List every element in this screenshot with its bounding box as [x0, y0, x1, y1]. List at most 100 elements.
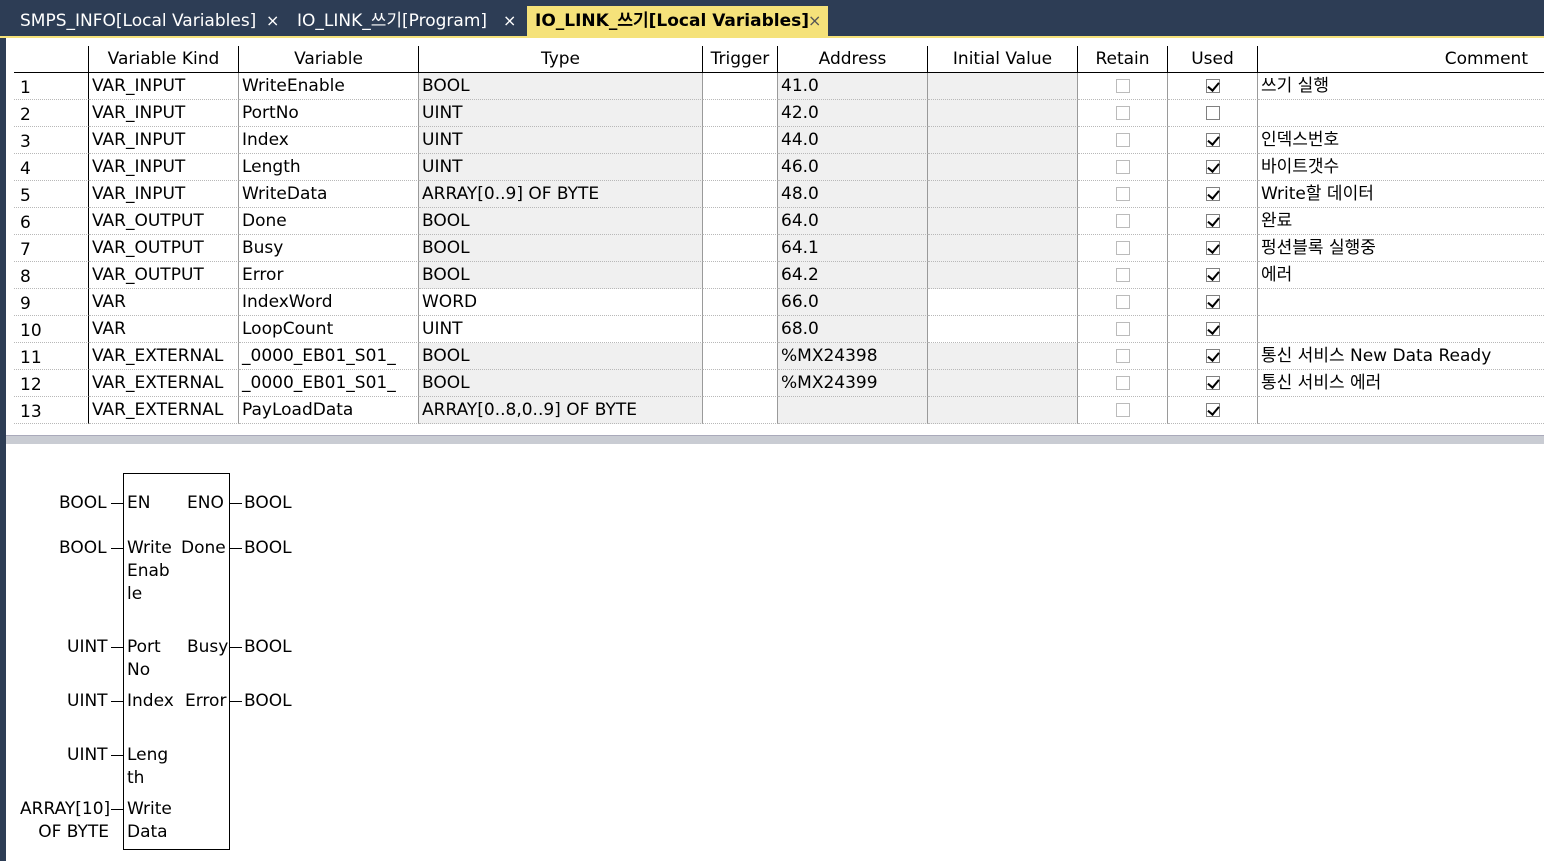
cell-address[interactable]: 42.0: [778, 100, 928, 127]
cell-type[interactable]: UINT: [419, 154, 703, 181]
header-used[interactable]: Used: [1168, 46, 1258, 73]
cell-comment[interactable]: 통신 서비스 에러: [1258, 370, 1544, 397]
cell-variable[interactable]: WriteEnable: [239, 73, 419, 100]
cell-type[interactable]: BOOL: [419, 343, 703, 370]
retain-checkbox[interactable]: [1115, 376, 1130, 390]
cell-variable-kind[interactable]: VAR_OUTPUT: [89, 262, 239, 289]
used-checkbox[interactable]: [1205, 160, 1220, 174]
cell-comment[interactable]: 에러: [1258, 262, 1544, 289]
cell-trigger[interactable]: [703, 289, 778, 316]
cell-type[interactable]: BOOL: [419, 235, 703, 262]
cell-used[interactable]: [1168, 208, 1258, 235]
close-icon[interactable]: ×: [808, 6, 821, 36]
cell-retain[interactable]: [1078, 289, 1168, 316]
table-row[interactable]: 1 VAR_INPUT WriteEnable BOOL 41.0 쓰기 실행: [14, 73, 1544, 100]
tab-smps-info-local-variables[interactable]: SMPS_INFO[Local Variables] ×: [20, 6, 290, 36]
cell-comment[interactable]: [1258, 316, 1544, 343]
cell-comment[interactable]: [1258, 397, 1544, 424]
row-number[interactable]: 11: [14, 343, 89, 370]
retain-checkbox[interactable]: [1115, 79, 1130, 93]
cell-initial-value[interactable]: [928, 208, 1078, 235]
cell-comment[interactable]: 펑션블록 실행중: [1258, 235, 1544, 262]
cell-address[interactable]: 64.2: [778, 262, 928, 289]
cell-used[interactable]: [1168, 154, 1258, 181]
cell-trigger[interactable]: [703, 73, 778, 100]
cell-comment[interactable]: [1258, 289, 1544, 316]
table-row[interactable]: 11 VAR_EXTERNAL _0000_EB01_S01_ BOOL %MX2439…: [14, 343, 1544, 370]
cell-initial-value[interactable]: [928, 316, 1078, 343]
cell-initial-value[interactable]: [928, 127, 1078, 154]
cell-comment[interactable]: 통신 서비스 New Data Ready: [1258, 343, 1544, 370]
cell-variable-kind[interactable]: VAR_EXTERNAL: [89, 343, 239, 370]
cell-initial-value[interactable]: [928, 181, 1078, 208]
cell-variable[interactable]: IndexWord: [239, 289, 419, 316]
row-number[interactable]: 10: [14, 316, 89, 343]
cell-used[interactable]: [1168, 343, 1258, 370]
retain-checkbox[interactable]: [1115, 214, 1130, 228]
cell-retain[interactable]: [1078, 208, 1168, 235]
used-checkbox[interactable]: [1205, 349, 1220, 363]
cell-type[interactable]: BOOL: [419, 208, 703, 235]
cell-trigger[interactable]: [703, 316, 778, 343]
table-row[interactable]: 3 VAR_INPUT Index UINT 44.0 인덱스번호: [14, 127, 1544, 154]
row-number[interactable]: 2: [14, 100, 89, 127]
used-checkbox[interactable]: [1205, 79, 1220, 93]
cell-initial-value[interactable]: [928, 154, 1078, 181]
cell-retain[interactable]: [1078, 262, 1168, 289]
cell-used[interactable]: [1168, 127, 1258, 154]
table-row[interactable]: 2 VAR_INPUT PortNo UINT 42.0: [14, 100, 1544, 127]
row-number[interactable]: 12: [14, 370, 89, 397]
cell-used[interactable]: [1168, 100, 1258, 127]
cell-address[interactable]: [778, 397, 928, 424]
cell-trigger[interactable]: [703, 343, 778, 370]
cell-comment[interactable]: 쓰기 실행: [1258, 73, 1544, 100]
row-number[interactable]: 3: [14, 127, 89, 154]
cell-initial-value[interactable]: [928, 235, 1078, 262]
cell-variable-kind[interactable]: VAR_INPUT: [89, 100, 239, 127]
header-variable[interactable]: Variable: [239, 46, 419, 73]
cell-initial-value[interactable]: [928, 100, 1078, 127]
header-initial-value[interactable]: Initial Value: [928, 46, 1078, 73]
cell-address[interactable]: 46.0: [778, 154, 928, 181]
cell-comment[interactable]: 완료: [1258, 208, 1544, 235]
cell-address[interactable]: 41.0: [778, 73, 928, 100]
cell-trigger[interactable]: [703, 181, 778, 208]
row-number[interactable]: 9: [14, 289, 89, 316]
cell-retain[interactable]: [1078, 370, 1168, 397]
cell-address[interactable]: 68.0: [778, 316, 928, 343]
row-number[interactable]: 4: [14, 154, 89, 181]
cell-initial-value[interactable]: [928, 289, 1078, 316]
tab-io-link-local-variables[interactable]: IO_LINK_쓰기[Local Variables] ×: [527, 6, 828, 36]
cell-address[interactable]: 64.0: [778, 208, 928, 235]
cell-retain[interactable]: [1078, 154, 1168, 181]
cell-trigger[interactable]: [703, 100, 778, 127]
cell-retain[interactable]: [1078, 343, 1168, 370]
cell-comment[interactable]: 인덱스번호: [1258, 127, 1544, 154]
retain-checkbox[interactable]: [1115, 349, 1130, 363]
used-checkbox[interactable]: [1205, 106, 1220, 120]
table-row[interactable]: 7 VAR_OUTPUT Busy BOOL 64.1 펑션블록 실행중: [14, 235, 1544, 262]
cell-variable-kind[interactable]: VAR_INPUT: [89, 181, 239, 208]
cell-variable-kind[interactable]: VAR_INPUT: [89, 127, 239, 154]
header-type[interactable]: Type: [419, 46, 703, 73]
table-row[interactable]: 12 VAR_EXTERNAL _0000_EB01_S01_ BOOL %MX2439…: [14, 370, 1544, 397]
table-row[interactable]: 6 VAR_OUTPUT Done BOOL 64.0 완료: [14, 208, 1544, 235]
used-checkbox[interactable]: [1205, 133, 1220, 147]
cell-type[interactable]: WORD: [419, 289, 703, 316]
cell-used[interactable]: [1168, 289, 1258, 316]
cell-type[interactable]: BOOL: [419, 73, 703, 100]
close-icon[interactable]: ×: [266, 6, 279, 36]
table-row[interactable]: 5 VAR_INPUT WriteData ARRAY[0..9] OF BYTE 48…: [14, 181, 1544, 208]
cell-retain[interactable]: [1078, 127, 1168, 154]
table-row[interactable]: 4 VAR_INPUT Length UINT 46.0 바이트갯수: [14, 154, 1544, 181]
used-checkbox[interactable]: [1205, 241, 1220, 255]
pane-splitter[interactable]: [6, 435, 1544, 444]
cell-variable-kind[interactable]: VAR_OUTPUT: [89, 235, 239, 262]
used-checkbox[interactable]: [1205, 187, 1220, 201]
used-checkbox[interactable]: [1205, 322, 1220, 336]
used-checkbox[interactable]: [1205, 403, 1220, 417]
cell-variable-kind[interactable]: VAR_INPUT: [89, 154, 239, 181]
header-retain[interactable]: Retain: [1078, 46, 1168, 73]
header-trigger[interactable]: Trigger: [703, 46, 778, 73]
cell-variable[interactable]: PayLoadData: [239, 397, 419, 424]
